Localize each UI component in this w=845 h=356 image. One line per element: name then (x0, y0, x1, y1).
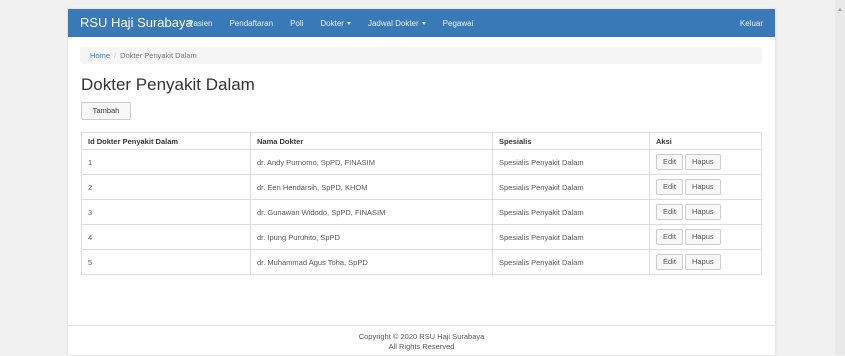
caret-down-icon (421, 21, 426, 25)
nav-dokter-dropdown[interactable]: Dokter (320, 19, 351, 28)
add-button[interactable]: Tambah (81, 102, 131, 120)
table-row: 5 dr. Muhammad Agus Toha, SpPD Spesialis… (81, 249, 762, 275)
edit-button[interactable]: Edit (656, 229, 683, 245)
table-header-row: Id Dokter Penyakit Dalam Nama Dokter Spe… (81, 132, 762, 150)
edit-button[interactable]: Edit (656, 254, 683, 270)
nav-pegawai[interactable]: Pegawai (443, 19, 474, 28)
nav-links: Pasien Pendaftaran Poli Dokter Jadwal Do… (188, 9, 490, 37)
scroll-up-icon[interactable] (838, 8, 842, 11)
header-name: Nama Dokter (250, 132, 493, 150)
nav-jadwal-dokter-dropdown[interactable]: Jadwal Dokter (368, 19, 426, 28)
delete-button[interactable]: Hapus (684, 154, 721, 170)
nav-dokter-label: Dokter (320, 18, 344, 28)
vertical-scrollbar[interactable] (835, 0, 845, 355)
breadcrumb-separator: / (114, 51, 117, 60)
table-row: 2 dr. Een Hendarsih, SpPD, KHOM Spesiali… (81, 174, 762, 200)
edit-button[interactable]: Edit (656, 154, 683, 170)
breadcrumb: Home / Dokter Penyakit Dalam (80, 47, 762, 64)
cell-actions: Edit Hapus (649, 174, 762, 200)
cell-actions: Edit Hapus (649, 149, 762, 175)
cell-name: dr. Muhammad Agus Toha, SpPD (250, 249, 493, 275)
cell-specialist: Spesialis Penyakit Dalam (492, 199, 650, 225)
delete-button[interactable]: Hapus (684, 254, 721, 270)
breadcrumb-home[interactable]: Home (90, 51, 110, 60)
table-row: 1 dr. Andy Purnomo, SpPD, FINASIM Spesia… (81, 149, 762, 175)
doctor-table: Id Dokter Penyakit Dalam Nama Dokter Spe… (81, 132, 762, 275)
navbar: RSU Haji Surabaya Pasien Pendaftaran Pol… (68, 9, 775, 37)
nav-poli[interactable]: Poli (290, 19, 303, 28)
page-container: RSU Haji Surabaya Pasien Pendaftaran Pol… (68, 9, 775, 355)
cell-name: dr. Gunawan Widodo, SpPD, FINASIM (250, 199, 493, 225)
delete-button[interactable]: Hapus (684, 204, 721, 220)
cell-name: dr. Andy Purnomo, SpPD, FINASIM (250, 149, 493, 175)
cell-actions: Edit Hapus (649, 199, 762, 225)
cell-id: 5 (81, 249, 251, 275)
cell-name: dr. Een Hendarsih, SpPD, KHOM (250, 174, 493, 200)
cell-specialist: Spesialis Penyakit Dalam (492, 149, 650, 175)
cell-id: 3 (81, 199, 251, 225)
header-id: Id Dokter Penyakit Dalam (81, 132, 251, 150)
cell-actions: Edit Hapus (649, 249, 762, 275)
logout-link[interactable]: Keluar (740, 19, 763, 28)
edit-button[interactable]: Edit (656, 179, 683, 195)
cell-id: 2 (81, 174, 251, 200)
cell-specialist: Spesialis Penyakit Dalam (492, 174, 650, 200)
caret-down-icon (346, 21, 351, 25)
cell-specialist: Spesialis Penyakit Dalam (492, 224, 650, 250)
cell-specialist: Spesialis Penyakit Dalam (492, 249, 650, 275)
page-title: Dokter Penyakit Dalam (81, 75, 255, 94)
header-action: Aksi (649, 132, 762, 150)
table-row: 4 dr. Ipung Puruhito, SpPD Spesialis Pen… (81, 224, 762, 250)
footer: Copyright © 2020 RSU Haji Surabaya All R… (68, 325, 775, 356)
cell-actions: Edit Hapus (649, 224, 762, 250)
cell-id: 1 (81, 149, 251, 175)
edit-button[interactable]: Edit (656, 204, 683, 220)
brand-link[interactable]: RSU Haji Surabaya (80, 15, 193, 30)
nav-pendaftaran[interactable]: Pendaftaran (229, 19, 273, 28)
cell-id: 4 (81, 224, 251, 250)
table-row: 3 dr. Gunawan Widodo, SpPD, FINASIM Spes… (81, 199, 762, 225)
breadcrumb-current: Dokter Penyakit Dalam (120, 51, 197, 60)
delete-button[interactable]: Hapus (684, 179, 721, 195)
footer-copyright: Copyright © 2020 RSU Haji Surabaya (358, 332, 485, 341)
nav-pasien[interactable]: Pasien (188, 19, 212, 28)
cell-name: dr. Ipung Puruhito, SpPD (250, 224, 493, 250)
delete-button[interactable]: Hapus (684, 229, 721, 245)
header-specialist: Spesialis (492, 132, 650, 150)
nav-jadwal-dokter-label: Jadwal Dokter (367, 18, 419, 28)
footer-rights: All Rights Reserved (388, 342, 455, 351)
